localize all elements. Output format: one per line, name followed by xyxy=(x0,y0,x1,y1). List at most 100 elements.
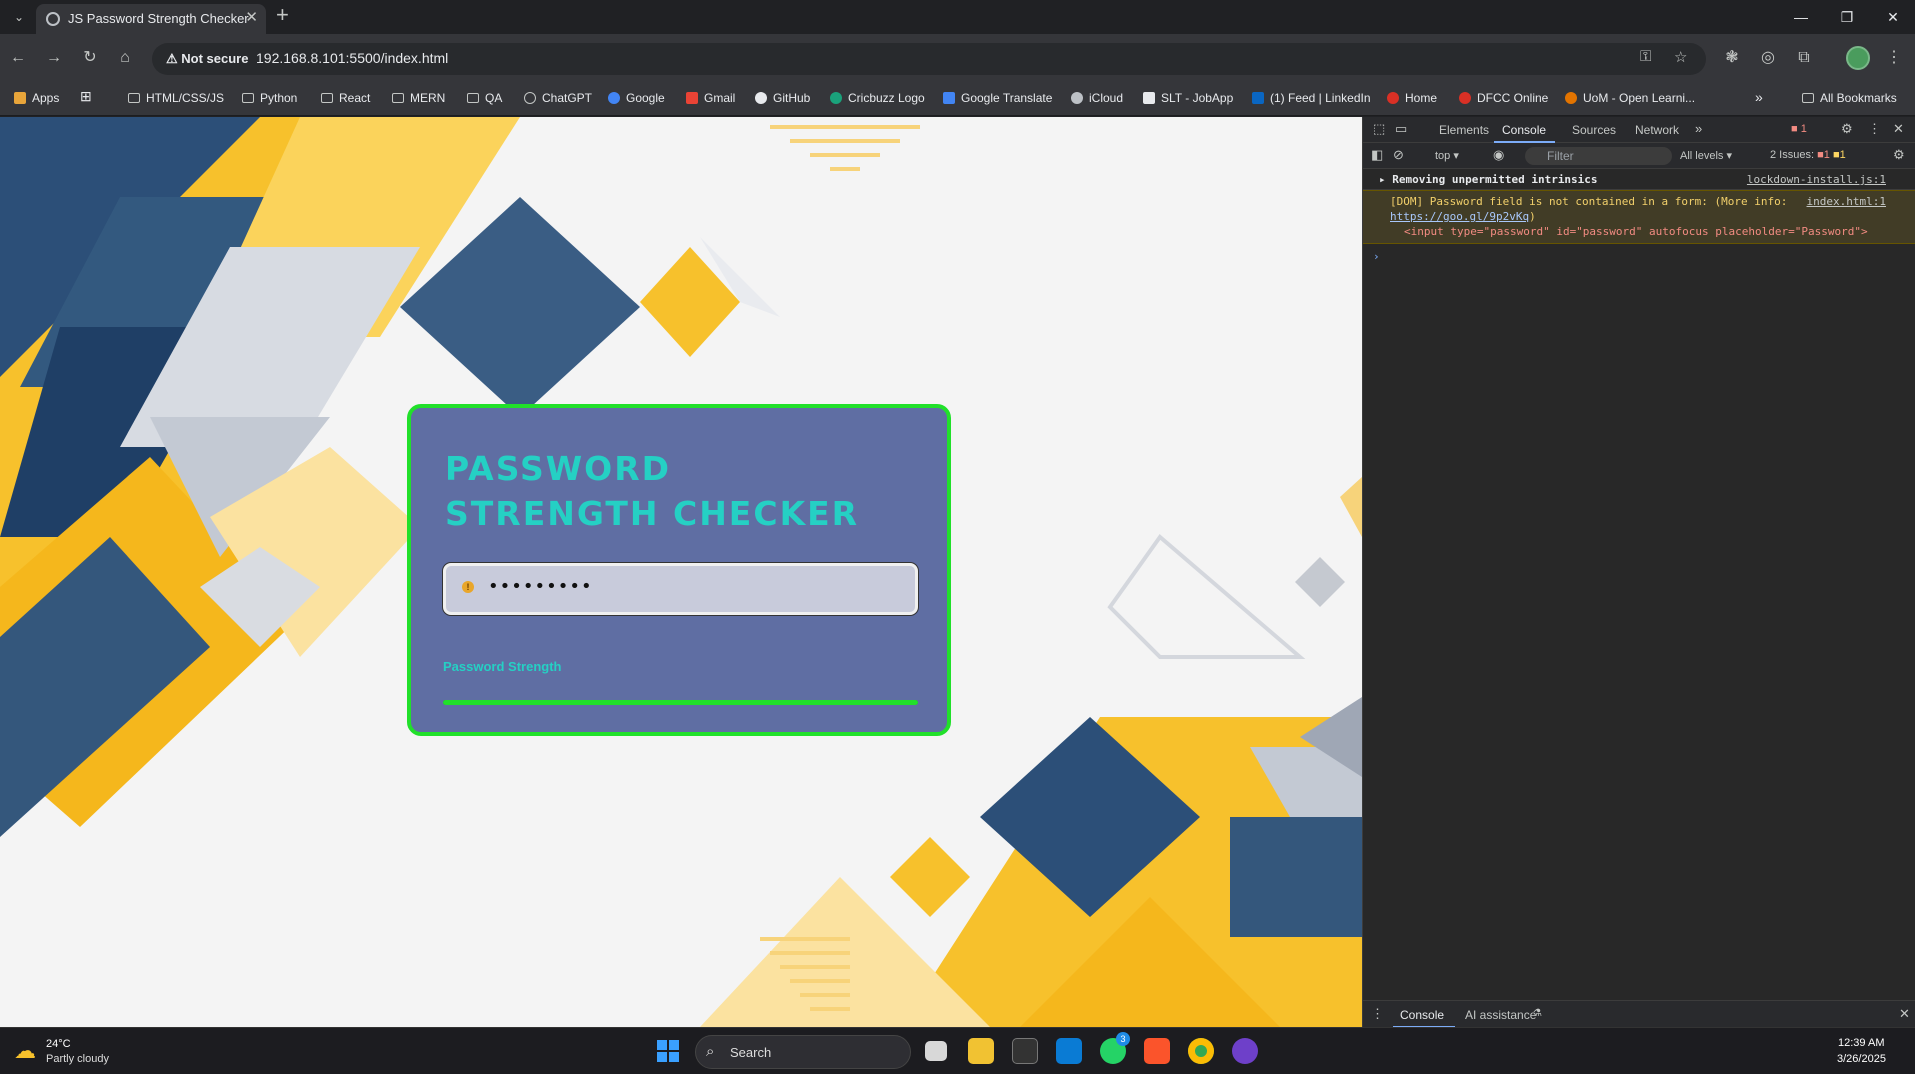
sidebar-toggle-icon[interactable]: ◧ xyxy=(1371,147,1383,163)
tab-active[interactable]: JS Password Strength Checker ✕ xyxy=(36,4,266,34)
issues-button[interactable]: 2 Issues: ■1 ■1 xyxy=(1770,149,1846,161)
minimize-button[interactable]: — xyxy=(1779,4,1823,30)
log-message[interactable]: ▸ Removing unpermitted intrinsics lockdow… xyxy=(1363,170,1915,190)
vscode-icon[interactable] xyxy=(1056,1038,1082,1064)
close-drawer-icon[interactable]: ✕ xyxy=(1899,1006,1910,1022)
back-icon[interactable]: ← xyxy=(6,46,30,70)
password-input[interactable]: ! ••••••••• xyxy=(443,563,918,615)
menu-icon[interactable]: ⋮ xyxy=(1882,46,1906,70)
clear-console-icon[interactable]: ⊘ xyxy=(1393,147,1404,163)
reload-icon[interactable]: ↻ xyxy=(78,46,102,70)
more-tabs-icon[interactable]: » xyxy=(1695,121,1702,136)
bookmark-folder[interactable]: QA xyxy=(467,91,502,105)
forward-icon[interactable]: → xyxy=(42,46,66,70)
devtools-tabs: ⬚ ▭ Elements Console Sources Network » ■… xyxy=(1363,117,1915,143)
bookmark-gmail[interactable]: Gmail xyxy=(686,91,735,105)
page-title: PASSWORD STRENGTH CHECKER xyxy=(445,449,860,533)
console-toolbar: ◧ ⊘ top ▾ ◉ Filter All levels ▾ 2 Issues… xyxy=(1363,143,1915,169)
bookmark-uom[interactable]: UoM - Open Learni... xyxy=(1565,91,1695,105)
page-viewport: PASSWORD STRENGTH CHECKER ! ••••••••• Pa… xyxy=(0,117,1362,1027)
star-icon[interactable]: ☆ xyxy=(1674,48,1687,66)
devtools-menu-icon[interactable]: ⋮ xyxy=(1868,121,1881,137)
drawer-tab-ai[interactable]: AI assistance xyxy=(1465,1008,1536,1022)
file-explorer-icon[interactable] xyxy=(968,1038,994,1064)
more-info-link[interactable]: https://goo.gl/9p2vKq xyxy=(1390,210,1529,223)
bookmark-github[interactable]: GitHub xyxy=(755,91,810,105)
folder-icon xyxy=(321,93,333,103)
weather-icon[interactable]: ☁ xyxy=(14,1038,36,1064)
more-bookmarks-icon[interactable]: » xyxy=(1755,89,1763,105)
puzzle-icon[interactable]: ⧉ xyxy=(1792,46,1816,70)
chatgpt-icon xyxy=(524,92,536,104)
warning-message[interactable]: [DOM] Password field is not contained in… xyxy=(1363,190,1915,244)
console-output: ▸ Removing unpermitted intrinsics lockdow… xyxy=(1363,170,1915,269)
bookmark-google[interactable]: Google xyxy=(608,91,665,105)
bookmark-folder[interactable]: Python xyxy=(242,91,297,105)
tab-elements[interactable]: Elements xyxy=(1439,123,1489,137)
bookmark-google-translate[interactable]: Google Translate xyxy=(943,91,1052,105)
console-settings-icon[interactable]: ⚙ xyxy=(1893,147,1905,163)
eye-icon[interactable]: ◉ xyxy=(1493,147,1504,163)
warning-source-link[interactable]: index.html:1 xyxy=(1807,194,1886,209)
grid-icon[interactable]: ⊞ xyxy=(80,88,92,105)
clock-time[interactable]: 12:39 AM xyxy=(1838,1037,1884,1049)
context-select[interactable]: top ▾ xyxy=(1435,149,1459,162)
tab-search-icon[interactable]: ⌄ xyxy=(8,6,30,28)
bookmark-slt[interactable]: SLT - JobApp xyxy=(1143,91,1233,105)
tab-network[interactable]: Network xyxy=(1635,123,1679,137)
device-toggle-icon[interactable]: ▭ xyxy=(1395,121,1407,137)
bookmark-apps[interactable]: Apps xyxy=(14,91,59,105)
settings-icon[interactable]: ⚙ xyxy=(1841,121,1853,137)
windows-start-icon[interactable] xyxy=(655,1038,681,1064)
restore-button[interactable]: ❐ xyxy=(1825,4,1869,30)
tab-close-icon[interactable]: ✕ xyxy=(245,8,258,26)
new-tab-button[interactable]: + xyxy=(276,2,289,28)
error-count-badge[interactable]: ■ 1 xyxy=(1791,123,1807,135)
bookmark-cricbuzz[interactable]: Cricbuzz Logo xyxy=(830,91,925,105)
tab-console[interactable]: Console xyxy=(1502,123,1546,137)
warning-code: <input type="password" id="password" aut… xyxy=(1404,225,1868,238)
extension-icon[interactable]: ❃ xyxy=(1720,46,1744,70)
bookmark-linkedin[interactable]: (1) Feed | LinkedIn xyxy=(1252,91,1371,105)
strength-bar xyxy=(443,700,918,705)
address-bar[interactable]: ⚠ Not secure 192.168.8.101:5500/index.ht… xyxy=(152,43,1706,75)
log-source-link[interactable]: lockdown-install.js:1 xyxy=(1747,173,1886,186)
bookmark-folder[interactable]: React xyxy=(321,91,370,105)
filter-input[interactable]: Filter xyxy=(1525,147,1672,165)
github-desktop-icon[interactable] xyxy=(1232,1038,1258,1064)
task-view-icon[interactable] xyxy=(925,1041,947,1061)
bookmark-home[interactable]: Home xyxy=(1387,91,1437,105)
taskbar-search[interactable]: ⌕ Search xyxy=(695,1035,911,1069)
close-devtools-icon[interactable]: ✕ xyxy=(1893,121,1904,137)
devtools-panel: ⬚ ▭ Elements Console Sources Network » ■… xyxy=(1362,117,1915,1028)
url-text[interactable]: 192.168.8.101:5500/index.html xyxy=(256,50,448,66)
not-secure-badge[interactable]: ⚠ Not secure xyxy=(160,48,254,70)
gmail-icon xyxy=(686,92,698,104)
terminal-icon[interactable] xyxy=(1012,1038,1038,1064)
weather-desc: Partly cloudy xyxy=(46,1053,109,1065)
bookmark-folder[interactable]: MERN xyxy=(392,91,445,105)
navigation-bar: ← → ↻ ⌂ ⚠ Not secure 192.168.8.101:5500/… xyxy=(0,34,1915,82)
drawer-tab-console[interactable]: Console xyxy=(1400,1008,1444,1022)
inspect-icon[interactable]: ⬚ xyxy=(1373,121,1385,137)
brave-icon[interactable] xyxy=(1144,1038,1170,1064)
bookmark-chatgpt[interactable]: ChatGPT xyxy=(524,91,592,105)
media-icon[interactable]: ◎ xyxy=(1756,46,1780,70)
chrome-icon[interactable] xyxy=(1188,1038,1214,1064)
password-key-icon[interactable]: ⚿ xyxy=(1640,48,1651,65)
home-icon[interactable]: ⌂ xyxy=(113,46,137,70)
close-window-button[interactable]: ✕ xyxy=(1871,4,1915,30)
tab-sources[interactable]: Sources xyxy=(1572,123,1616,137)
levels-select[interactable]: All levels ▾ xyxy=(1680,149,1732,162)
drawer-menu-icon[interactable]: ⋮ xyxy=(1371,1006,1384,1022)
all-bookmarks[interactable]: All Bookmarks xyxy=(1802,91,1897,105)
bookmark-folder[interactable]: HTML/CSS/JS xyxy=(128,91,224,105)
bookmark-icloud[interactable]: iCloud xyxy=(1071,91,1123,105)
whatsapp-icon[interactable]: 3 xyxy=(1100,1032,1130,1064)
profile-avatar[interactable] xyxy=(1846,46,1870,70)
console-prompt[interactable]: › xyxy=(1363,244,1915,269)
password-checker-card: PASSWORD STRENGTH CHECKER ! ••••••••• Pa… xyxy=(407,404,951,736)
translate-icon xyxy=(943,92,955,104)
bookmark-dfcc[interactable]: DFCC Online xyxy=(1459,91,1548,105)
clock-date[interactable]: 3/26/2025 xyxy=(1837,1053,1886,1065)
